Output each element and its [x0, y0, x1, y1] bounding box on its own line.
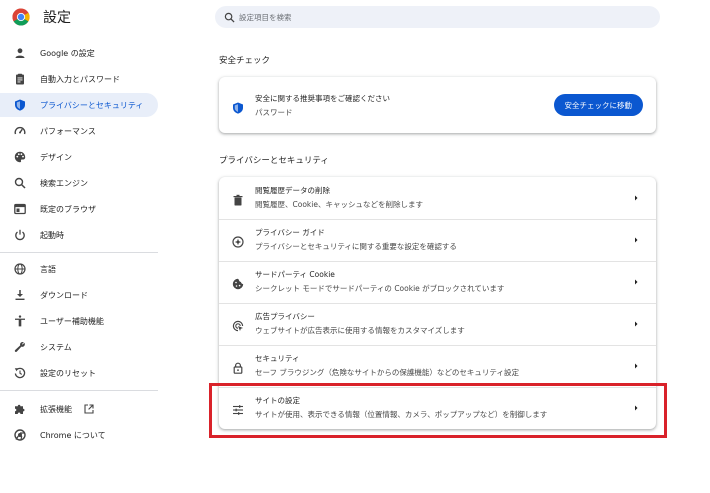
row-subtitle: プライバシーとセキュリティに関する重要な設定を確認する [255, 242, 457, 251]
row-title: 広告プライバシー [255, 312, 315, 321]
extension-icon [15, 404, 25, 414]
sidebar-item-downloads[interactable]: ダウンロード [0, 283, 158, 307]
sidebar-item-label: ユーザー補助機能 [40, 316, 104, 326]
sidebar-item-label: 言語 [40, 264, 56, 274]
safety-check-title: 安全に関する推奨事項をご確認ください [255, 94, 390, 103]
sidebar-item-privacy[interactable]: プライバシーとセキュリティ [0, 93, 158, 117]
browser-icon [14, 203, 26, 215]
sidebar-item-label: パフォーマンス [40, 126, 96, 136]
sidebar-item-default-browser[interactable]: 既定のブラウザ [0, 197, 158, 221]
clipboard-icon [16, 73, 24, 85]
chrome-logo-icon [12, 8, 30, 26]
chevron-right-icon [635, 321, 638, 327]
privacy-row-third-party-cookies[interactable]: サードパーティ Cookie シークレット モードでサードパーティの Cooki… [219, 261, 656, 303]
trash-icon [233, 194, 243, 206]
sidebar-item-label: デザイン [40, 152, 72, 162]
sidebar-item-google[interactable]: Google の設定 [0, 41, 158, 65]
go-to-safety-check-button[interactable]: 安全チェックに移動 [553, 94, 643, 116]
safety-check-card: 安全に関する推奨事項をご確認ください パスワード 安全チェックに移動 [219, 77, 656, 133]
privacy-row-privacy-guide[interactable]: プライバシー ガイド プライバシーとセキュリティに関する重要な設定を確認する [219, 219, 656, 261]
sidebar-divider [0, 252, 158, 253]
sidebar-item-label: 起動時 [40, 230, 64, 240]
sidebar-item-on-startup[interactable]: 起動時 [0, 223, 158, 247]
sidebar-item-label: 既定のブラウザ [40, 204, 96, 214]
sidebar-item-label: 検索エンジン [40, 178, 88, 188]
sidebar-item-languages[interactable]: 言語 [0, 257, 158, 281]
reset-icon [14, 367, 26, 379]
sidebar-item-label: 自動入力とパスワード [40, 74, 120, 84]
accessibility-icon [15, 315, 25, 327]
row-subtitle: 閲覧履歴、Cookie、キャッシュなどを削除します [255, 200, 423, 209]
chevron-right-icon [635, 195, 638, 201]
wrench-icon [14, 341, 25, 352]
search-icon [14, 177, 26, 189]
sidebar-divider [0, 390, 158, 391]
row-subtitle: ウェブサイトが広告表示に使用する情報をカスタマイズします [255, 326, 465, 335]
privacy-row-ad-privacy[interactable]: 広告プライバシー ウェブサイトが広告表示に使用する情報をカスタマイズします [219, 303, 656, 345]
sidebar-item-label: 設定のリセット [40, 368, 96, 378]
globe-icon [14, 263, 26, 275]
speedometer-icon [14, 126, 26, 135]
safety-check-subtitle: パスワード [255, 108, 293, 117]
site-settings-highlight-box [209, 383, 667, 438]
search-icon [224, 12, 235, 23]
row-title: サードパーティ Cookie [255, 270, 335, 279]
cookie-icon [232, 278, 244, 290]
sidebar-item-system[interactable]: システム [0, 335, 158, 359]
sidebar-item-label: Chrome について [40, 430, 106, 440]
shield-icon [15, 99, 25, 111]
privacy-heading: プライバシーとセキュリティ [219, 156, 329, 166]
search-bar[interactable] [215, 6, 660, 28]
sidebar-item-extensions[interactable]: 拡張機能 [0, 397, 158, 421]
compass-icon [232, 236, 244, 248]
open-in-new-icon [84, 404, 94, 414]
sidebar-item-label: プライバシーとセキュリティ [40, 100, 144, 110]
power-icon [15, 229, 25, 241]
chevron-right-icon [635, 363, 638, 369]
sidebar-item-label: 拡張機能 [40, 404, 72, 414]
person-icon [15, 48, 25, 58]
row-subtitle: セーフ ブラウジング（危険なサイトからの保護機能）などのセキュリティ設定 [255, 368, 519, 377]
row-title: セキュリティ [255, 354, 300, 363]
app-title: 設定 [43, 10, 71, 26]
chevron-right-icon [635, 279, 638, 285]
sidebar-item-label: システム [40, 342, 72, 352]
search-input[interactable] [239, 12, 639, 22]
row-title: 閲覧履歴データの削除 [255, 186, 330, 195]
sidebar-item-autofill[interactable]: 自動入力とパスワード [0, 67, 158, 91]
chrome-icon [14, 429, 26, 441]
safety-check-row: 安全に関する推奨事項をご確認ください パスワード 安全チェックに移動 [219, 77, 656, 133]
privacy-row-clear-data[interactable]: 閲覧履歴データの削除 閲覧履歴、Cookie、キャッシュなどを削除します [219, 177, 656, 219]
lock-icon [233, 362, 243, 374]
palette-icon [14, 151, 26, 163]
chevron-right-icon [635, 237, 638, 243]
sidebar-item-reset[interactable]: 設定のリセット [0, 361, 158, 385]
shield-icon [233, 102, 243, 114]
sidebar-item-search-engine[interactable]: 検索エンジン [0, 171, 158, 195]
privacy-row-security[interactable]: セキュリティ セーフ ブラウジング（危険なサイトからの保護機能）などのセキュリテ… [219, 345, 656, 387]
sidebar-item-design[interactable]: デザイン [0, 145, 158, 169]
sidebar-item-label: ダウンロード [40, 290, 88, 300]
sidebar-item-accessibility[interactable]: ユーザー補助機能 [0, 309, 158, 333]
sidebar-item-about-chrome[interactable]: Chrome について [0, 423, 158, 447]
row-subtitle: シークレット モードでサードパーティの Cookie がブロックされています [255, 284, 505, 293]
download-icon [15, 290, 25, 300]
sidebar-item-label: Google の設定 [40, 48, 95, 58]
ad-privacy-icon [232, 320, 244, 332]
row-title: プライバシー ガイド [255, 228, 325, 237]
safety-check-heading: 安全チェック [219, 56, 271, 66]
sidebar-item-performance[interactable]: パフォーマンス [0, 119, 158, 143]
